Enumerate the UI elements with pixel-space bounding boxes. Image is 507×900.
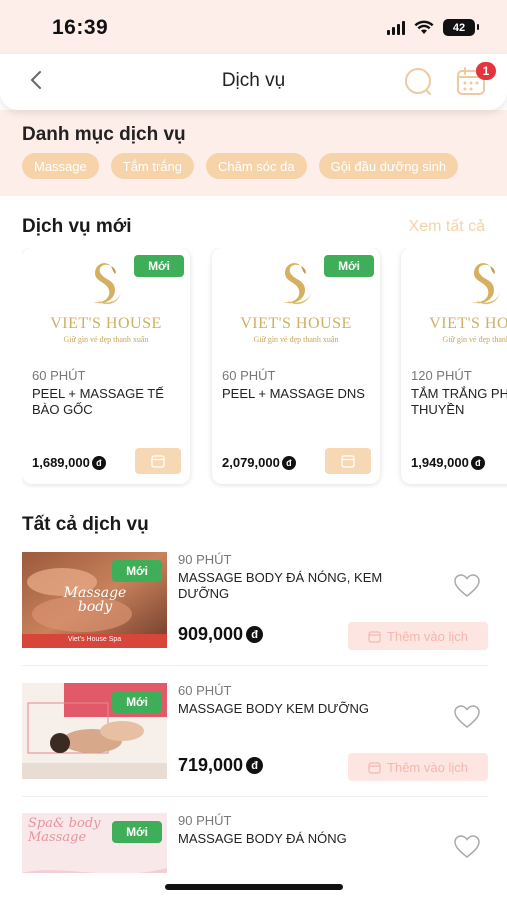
add-to-calendar-label: Thêm vào lịch — [387, 628, 468, 644]
brand-tagline: Giữ gìn vẻ đẹp thanh xuân — [253, 335, 339, 344]
brand-tagline: Giữ gìn vẻ đẹp thanh xuân — [442, 335, 507, 344]
price-value: 719,000 — [178, 755, 244, 775]
thumbnail-footer: Viet's House Spa — [67, 636, 122, 643]
all-services-title: Tất cả dịch vụ — [22, 514, 149, 535]
wifi-icon — [414, 20, 434, 34]
search-icon — [405, 68, 431, 95]
brand-name: VIET'S HOUSE — [50, 315, 162, 332]
battery-icon: 42 — [443, 19, 479, 36]
brand-tagline: Giữ gìn vẻ đẹp thanh xuân — [63, 335, 149, 344]
list-item[interactable]: Mới 60 PHÚT MASSAGE BODY KEM DƯỠNG 719,0… — [22, 683, 488, 781]
thumbnail-caption: Massage body — [63, 585, 127, 615]
card-name: PEEL + MASSAGE TẾ BÀO GỐC — [32, 386, 164, 417]
favorite-button[interactable] — [454, 835, 480, 859]
item-name: MASSAGE BODY KEM DƯỠNG — [178, 701, 370, 716]
heart-icon — [454, 705, 480, 728]
category-chip-goi-dau[interactable]: Gội đầu dưỡng sinh — [318, 153, 459, 179]
swan-logo-icon — [283, 263, 311, 305]
new-badge: Mới — [112, 821, 162, 843]
currency-icon: đ — [246, 626, 264, 643]
see-all-link[interactable]: Xem tất cả — [409, 218, 485, 236]
brand-logo: VIET'S HOUSE Giữ gìn vẻ đẹp thanh xuân — [22, 260, 190, 350]
currency-icon: đ — [470, 455, 485, 470]
card-name: TẮM TRẮNG PHI THUYỀN — [411, 386, 507, 417]
favorite-button[interactable] — [454, 574, 480, 598]
currency-icon: đ — [281, 455, 296, 470]
item-price: 719,000 đ — [178, 755, 264, 776]
new-services-carousel: Mới VIET'S HOUSE Giữ gìn vẻ đẹp thanh xu… — [22, 248, 507, 488]
service-thumbnail: Massage body Viet's House Spa Mới — [22, 552, 167, 648]
category-chips: Massage Tắm trắng Chăm sóc da Gội đầu dư… — [22, 153, 459, 179]
app-header: Dịch vụ — [0, 54, 507, 110]
card-duration: 120 PHÚT — [411, 368, 472, 383]
brand-logo: VIET'S HOUSE Giữ gìn vẻ đẹp thanh xuân — [212, 260, 380, 350]
heart-icon — [454, 574, 480, 597]
status-time: 16:39 — [52, 16, 109, 39]
price-value: 1,689,000 — [32, 455, 90, 470]
brand-name: VIET'S HOUSE — [240, 315, 352, 332]
swan-logo-icon — [472, 263, 500, 305]
currency-icon: đ — [91, 455, 106, 470]
calendar-add-icon — [368, 630, 381, 643]
calendar-add-icon — [368, 761, 381, 774]
card-duration: 60 PHÚT — [222, 368, 276, 383]
brand-name: VIET'S HOUSE — [429, 315, 507, 332]
list-item[interactable]: Massage body Viet's House Spa Mới 90 PHÚ… — [22, 552, 488, 650]
swan-logo-icon — [93, 263, 121, 305]
category-chip-tam-trang[interactable]: Tắm trắng — [110, 153, 194, 179]
book-button[interactable] — [135, 448, 181, 474]
card-name: PEEL + MASSAGE DNS — [222, 386, 365, 401]
item-name: MASSAGE BODY ĐÁ NÓNG, KEM DƯỠNG — [178, 570, 383, 601]
calendar-add-icon — [151, 455, 165, 468]
service-card[interactable]: VIET'S HOUSE Giữ gìn vẻ đẹp thanh xuân 1… — [401, 248, 507, 484]
item-duration: 90 PHÚT — [178, 813, 232, 828]
heart-icon — [454, 835, 480, 858]
service-card[interactable]: Mới VIET'S HOUSE Giữ gìn vẻ đẹp thanh xu… — [22, 248, 190, 484]
divider — [22, 796, 488, 797]
category-chip-cham-soc-da[interactable]: Chăm sóc da — [206, 153, 307, 179]
item-duration: 90 PHÚT — [178, 552, 232, 567]
brand-logo: VIET'S HOUSE Giữ gìn vẻ đẹp thanh xuân — [401, 260, 507, 350]
add-to-calendar-button[interactable]: Thêm vào lịch — [348, 753, 488, 781]
card-duration: 60 PHÚT — [32, 368, 86, 383]
book-button[interactable] — [325, 448, 371, 474]
item-duration: 60 PHÚT — [178, 683, 232, 698]
thumbnail-caption: Spa& body Massage — [28, 816, 101, 845]
new-badge: Mới — [112, 560, 162, 582]
add-to-calendar-button[interactable]: Thêm vào lịch — [348, 622, 488, 650]
new-badge: Mới — [112, 691, 162, 713]
category-title: Danh mục dịch vụ — [22, 124, 186, 145]
category-section: Danh mục dịch vụ Massage Tắm trắng Chăm … — [0, 110, 507, 196]
calendar-add-icon — [341, 455, 355, 468]
favorite-button[interactable] — [454, 705, 480, 729]
list-item[interactable]: Spa& body Massage Mới 90 PHÚT MASSAGE BO… — [22, 813, 488, 873]
add-to-calendar-label: Thêm vào lịch — [387, 759, 468, 775]
card-price: 2,079,000 đ — [222, 455, 296, 470]
card-price: 1,949,000 đ — [411, 455, 485, 470]
price-value: 1,949,000 — [411, 455, 469, 470]
home-indicator[interactable] — [165, 884, 343, 890]
price-value: 909,000 — [178, 624, 244, 644]
item-price: 909,000 đ — [178, 624, 264, 645]
category-chip-massage[interactable]: Massage — [22, 153, 99, 179]
notification-badge: 1 — [476, 62, 496, 80]
status-bar: 16:39 42 — [0, 0, 507, 54]
price-value: 2,079,000 — [222, 455, 280, 470]
service-thumbnail: Spa& body Massage Mới — [22, 813, 167, 873]
divider — [22, 665, 488, 666]
service-thumbnail: Mới — [22, 683, 167, 779]
card-price: 1,689,000 đ — [32, 455, 106, 470]
signal-icon — [387, 20, 405, 35]
service-card[interactable]: Mới VIET'S HOUSE Giữ gìn vẻ đẹp thanh xu… — [212, 248, 380, 484]
item-name: MASSAGE BODY ĐÁ NÓNG — [178, 831, 347, 846]
search-button[interactable] — [403, 66, 435, 98]
currency-icon: đ — [246, 757, 264, 774]
status-icons: 42 — [387, 19, 479, 36]
new-services-title: Dịch vụ mới — [22, 216, 132, 237]
